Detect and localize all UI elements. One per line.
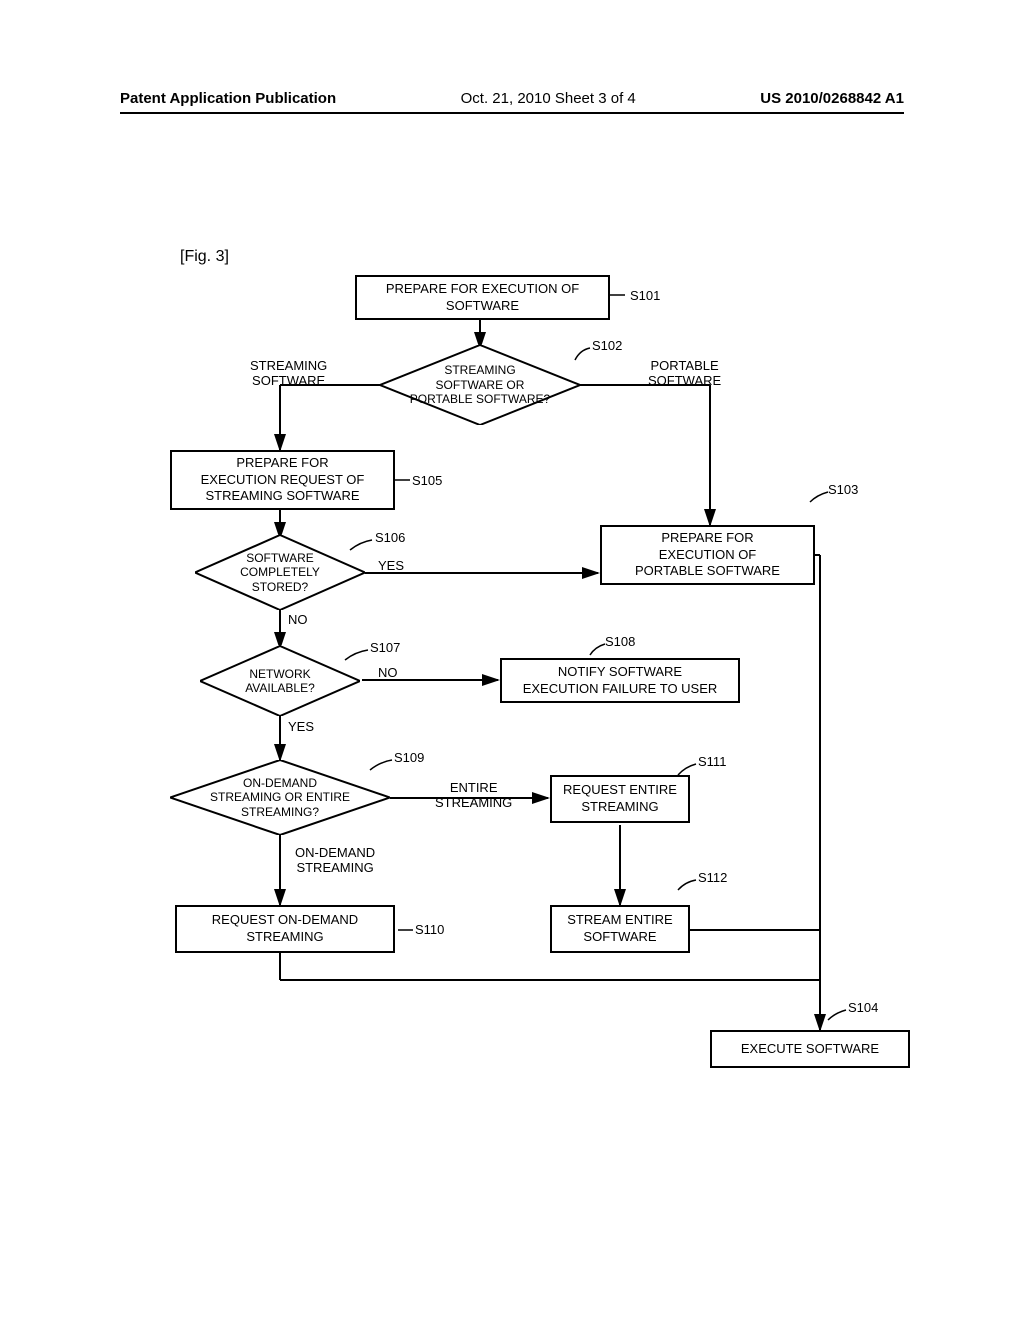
process-s111: REQUEST ENTIRESTREAMING	[550, 775, 690, 823]
step-label-s101: S101	[630, 288, 660, 303]
figure-label: [Fig. 3]	[180, 248, 229, 266]
decision-s109: ON-DEMANDSTREAMING OR ENTIRESTREAMING?	[170, 760, 390, 835]
step-label-s103: S103	[828, 482, 858, 497]
diamond-text: SOFTWARECOMPLETELYSTORED?	[240, 551, 320, 594]
process-s108: NOTIFY SOFTWAREEXECUTION FAILURE TO USER	[500, 658, 740, 703]
decision-s107: NETWORKAVAILABLE?	[200, 646, 360, 716]
branch-label-portable: PORTABLESOFTWARE	[648, 358, 721, 388]
page-header: Patent Application Publication Oct. 21, …	[0, 90, 1024, 107]
process-s112: STREAM ENTIRESOFTWARE	[550, 905, 690, 953]
box-text: STREAM ENTIRESOFTWARE	[567, 912, 672, 946]
branch-label-streaming: STREAMINGSOFTWARE	[250, 358, 327, 388]
box-text: PREPARE FOREXECUTION REQUEST OFSTREAMING…	[201, 455, 365, 506]
branch-label-ondemand: ON-DEMANDSTREAMING	[295, 845, 375, 875]
box-text: NOTIFY SOFTWAREEXECUTION FAILURE TO USER	[523, 664, 718, 698]
diamond-text: ON-DEMANDSTREAMING OR ENTIRESTREAMING?	[210, 776, 350, 819]
header-left: Patent Application Publication	[120, 90, 336, 107]
process-s105: PREPARE FOREXECUTION REQUEST OFSTREAMING…	[170, 450, 395, 510]
step-label-s111: S111	[698, 754, 726, 769]
step-label-s109: S109	[394, 750, 424, 765]
step-label-s106: S106	[375, 530, 405, 545]
step-label-s110: S110	[415, 922, 444, 937]
header-right: US 2010/0268842 A1	[760, 90, 904, 107]
decision-s102: STREAMINGSOFTWARE ORPORTABLE SOFTWARE?	[380, 345, 580, 425]
box-text: PREPARE FOR EXECUTION OFSOFTWARE	[386, 281, 579, 315]
branch-label-no: NO	[288, 612, 308, 627]
box-text: EXECUTE SOFTWARE	[741, 1041, 879, 1058]
step-label-s105: S105	[412, 473, 442, 488]
header-divider	[120, 112, 904, 114]
step-label-s104: S104	[848, 1000, 878, 1015]
header-mid: Oct. 21, 2010 Sheet 3 of 4	[461, 90, 636, 107]
process-s104: EXECUTE SOFTWARE	[710, 1030, 910, 1068]
branch-label-no2: NO	[378, 665, 398, 680]
step-label-s107: S107	[370, 640, 400, 655]
step-label-s102: S102	[592, 338, 622, 353]
step-label-s112: S112	[698, 870, 727, 885]
diamond-text: NETWORKAVAILABLE?	[245, 667, 315, 696]
decision-s106: SOFTWARECOMPLETELYSTORED?	[195, 535, 365, 610]
box-text: PREPARE FOREXECUTION OFPORTABLE SOFTWARE	[635, 530, 780, 581]
box-text: REQUEST ON-DEMANDSTREAMING	[212, 912, 358, 946]
branch-label-yes: YES	[378, 558, 404, 573]
box-text: REQUEST ENTIRESTREAMING	[563, 782, 677, 816]
step-label-s108: S108	[605, 634, 635, 649]
branch-label-yes2: YES	[288, 719, 314, 734]
process-s110: REQUEST ON-DEMANDSTREAMING	[175, 905, 395, 953]
process-s103: PREPARE FOREXECUTION OFPORTABLE SOFTWARE	[600, 525, 815, 585]
flowchart-diagram: PREPARE FOR EXECUTION OFSOFTWARE S101 ST…	[180, 270, 900, 1150]
process-s101: PREPARE FOR EXECUTION OFSOFTWARE	[355, 275, 610, 320]
branch-label-entire: ENTIRESTREAMING	[435, 780, 512, 810]
diamond-text: STREAMINGSOFTWARE ORPORTABLE SOFTWARE?	[410, 363, 550, 406]
